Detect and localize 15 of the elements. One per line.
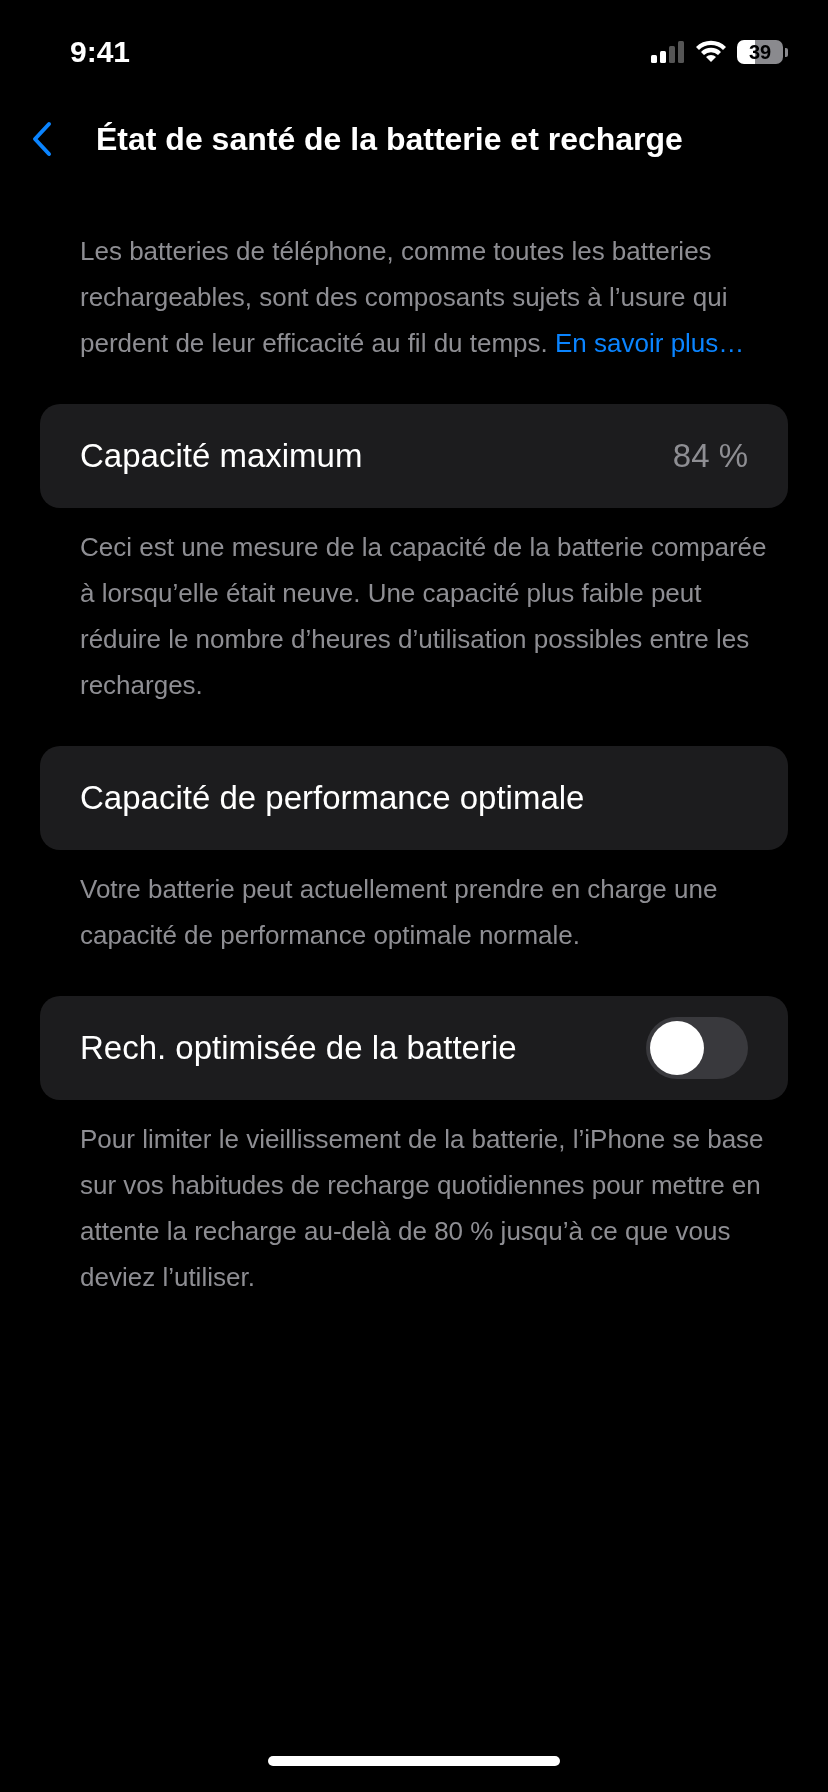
section-footer: Pour limiter le vieillissement de la batterie, l’iPhone se base sur vos habitudes de recharge quotidiennes pour mettre en attente la recharge au-delà de 80 % jusqu’à ce que vous deviez l’utiliser. <box>80 1116 768 1300</box>
back-chevron-icon <box>32 121 52 157</box>
section-footer: Votre batterie peut actuellement prendre en charge une capacité de performance optimale normale. <box>80 866 768 958</box>
learn-more-link[interactable]: En savoir plus… <box>555 328 745 358</box>
section-footer: Ceci est une mesure de la capacité de la batterie comparée à lorsqu’elle était neuve. Une capacité plus faible peut réduire le nombre d’heures d’utilisation possibles entre les recharges. <box>80 524 768 708</box>
row-label: Capacité maximum <box>80 437 363 475</box>
settings-row[interactable]: Rech. optimisée de la batterie <box>40 996 788 1100</box>
page-title: État de santé de la batterie et recharge <box>96 120 683 158</box>
wifi-icon <box>695 40 727 64</box>
signal-icon <box>651 41 685 63</box>
row-label: Capacité de performance optimale <box>80 779 585 817</box>
row-value: 84 % <box>672 437 748 475</box>
status-time: 9:41 <box>70 35 131 69</box>
intro-text: Les batteries de téléphone, comme toutes les batteries rechargeables, sont des composants sujets à l’usure qui perdent de leur efficacité au fil du temps. En savoir plus… <box>80 235 746 360</box>
row-label: Rech. optimisée de la batterie <box>80 1029 517 1067</box>
